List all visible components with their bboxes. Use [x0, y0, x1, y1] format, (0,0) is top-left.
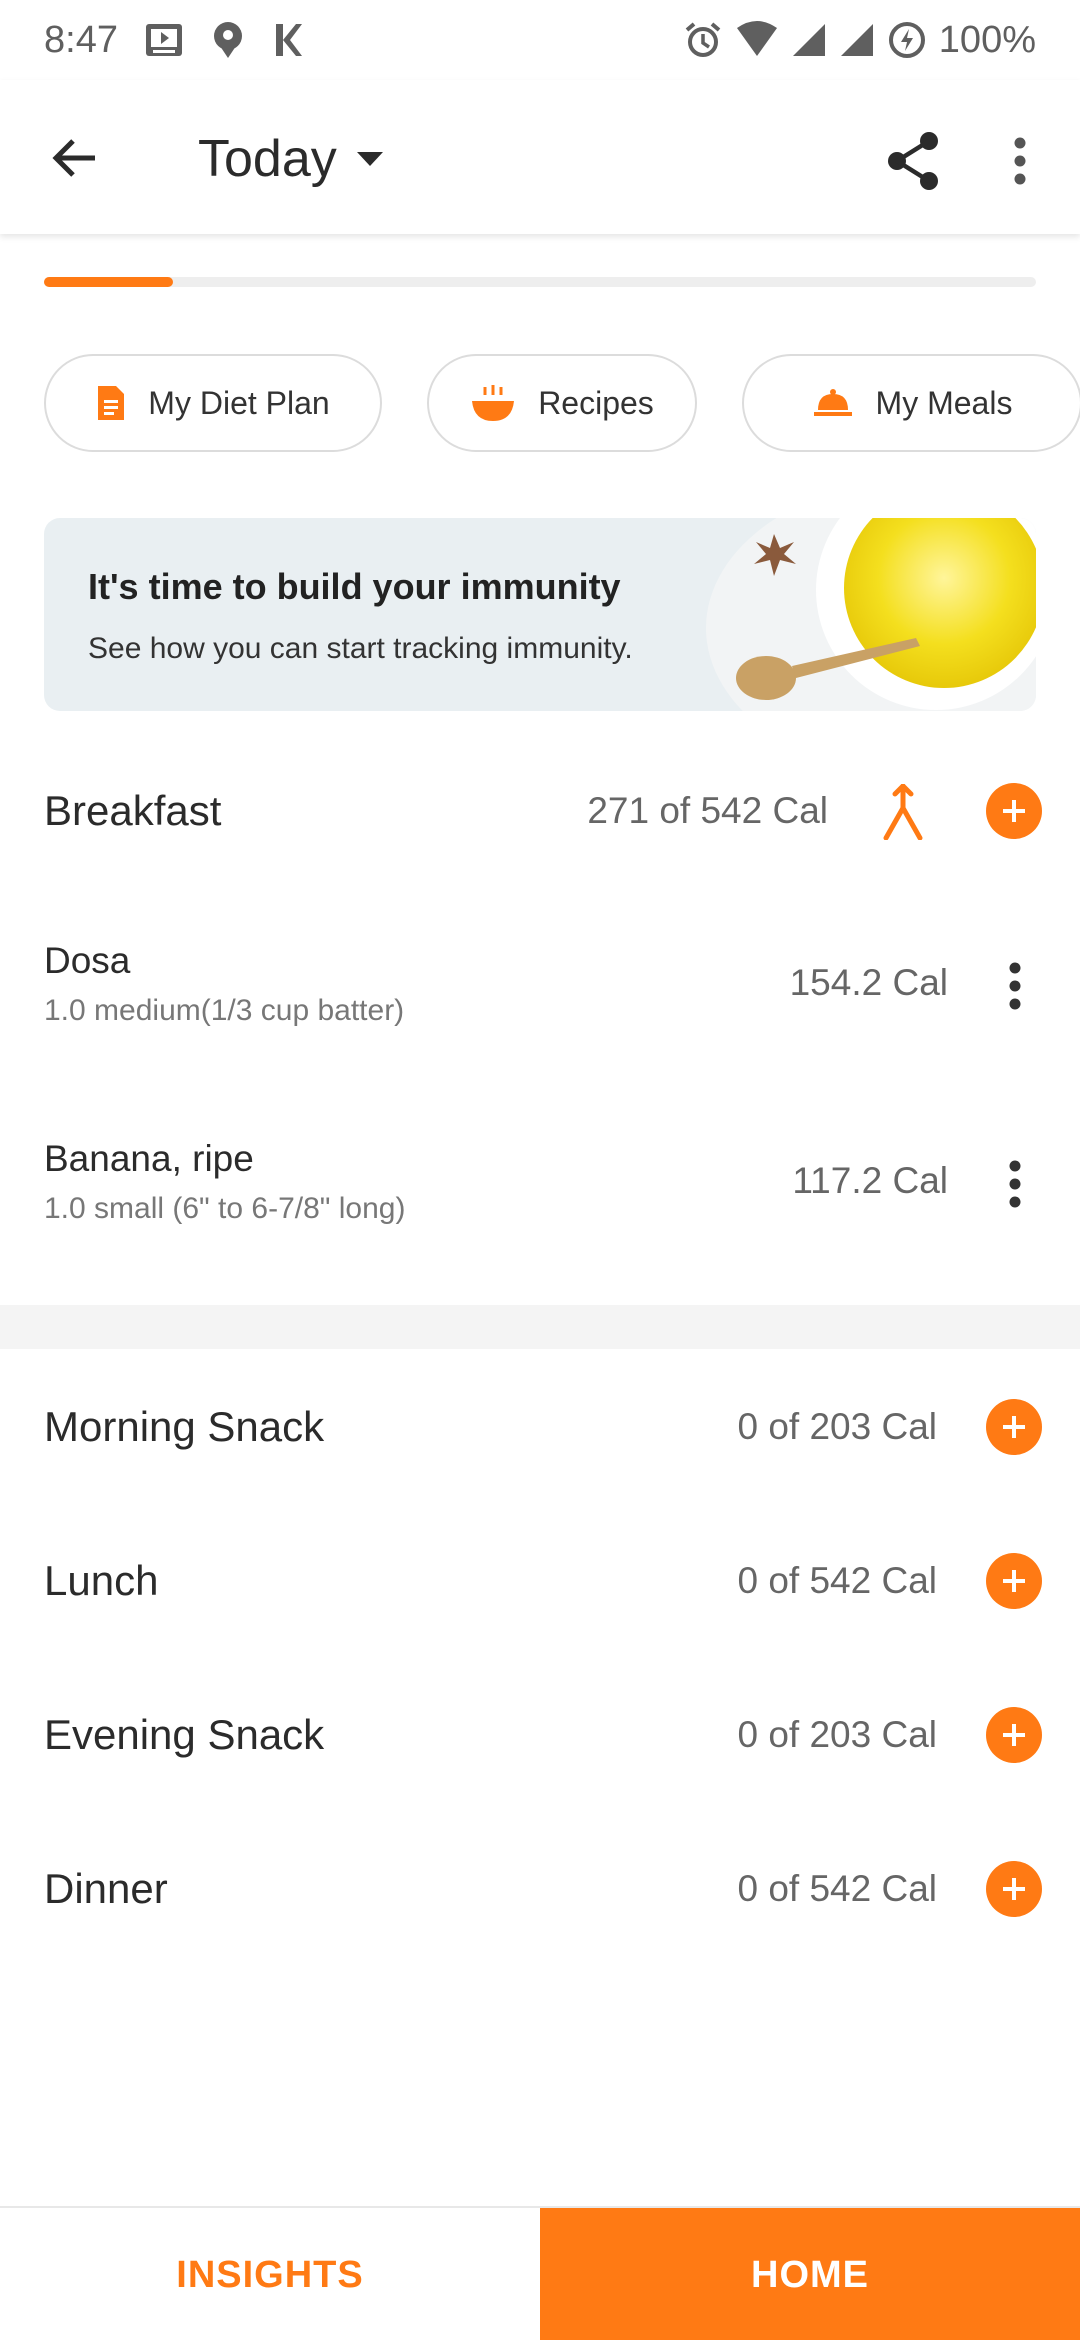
plus-icon: [1003, 800, 1025, 822]
meal-name: Morning Snack: [44, 1403, 325, 1450]
meal-name: Breakfast: [44, 787, 222, 834]
meal-calories: 0 of 203 Cal: [737, 1714, 937, 1755]
my-diet-plan-button[interactable]: My Diet Plan: [44, 354, 382, 452]
add-breakfast-button[interactable]: [986, 783, 1042, 839]
meal-header-morning-snack: Morning Snack 0 of 203 Cal: [0, 1382, 1080, 1472]
date-selector[interactable]: Today: [198, 124, 385, 194]
section-divider: [0, 1305, 1080, 1349]
food-calories: 117.2 Cal: [792, 1160, 948, 1201]
daily-progress-bar: [44, 277, 1036, 287]
bottom-navigation: INSIGHTS HOME: [0, 2206, 1080, 2340]
meal-calories: 0 of 203 Cal: [737, 1406, 937, 1447]
status-time: 8:47: [44, 18, 118, 61]
document-icon: [98, 386, 125, 420]
meal-header-breakfast: Breakfast 271 of 542 Cal: [0, 766, 1080, 856]
tab-insights[interactable]: INSIGHTS: [0, 2208, 540, 2340]
app-bar: Today: [0, 80, 1080, 234]
back-button[interactable]: [44, 128, 104, 188]
wifi-icon: [735, 20, 779, 60]
banner-title: It's time to build your immunity: [88, 566, 621, 607]
meal-calories: 0 of 542 Cal: [737, 1868, 937, 1909]
status-bar: 8:47 100%: [0, 0, 1080, 80]
more-vert-icon: [1009, 1160, 1021, 1208]
food-name: Dosa: [44, 940, 131, 981]
progress-fill: [44, 277, 173, 287]
battery-icon: [887, 20, 927, 60]
more-vert-icon: [1009, 962, 1021, 1010]
share-icon: [888, 132, 938, 190]
meal-calories: 0 of 542 Cal: [737, 1560, 937, 1601]
add-evening-snack-button[interactable]: [986, 1707, 1042, 1763]
signal-icon: [839, 20, 875, 60]
meal-name: Lunch: [44, 1557, 159, 1604]
video-icon: [144, 20, 184, 60]
plus-icon: [1003, 1416, 1025, 1438]
recipes-button[interactable]: Recipes: [427, 354, 697, 452]
food-options-button[interactable]: [1000, 1154, 1030, 1214]
food-item-dosa[interactable]: Dosa 1.0 medium(1/3 cup batter) 154.2 Ca…: [0, 940, 1080, 1060]
signal-icon: [791, 20, 827, 60]
more-options-button[interactable]: [1000, 128, 1040, 194]
fork-icon[interactable]: [880, 782, 926, 845]
chip-label: My Diet Plan: [148, 384, 330, 421]
add-lunch-button[interactable]: [986, 1553, 1042, 1609]
alarm-icon: [683, 20, 723, 60]
add-morning-snack-button[interactable]: [986, 1399, 1042, 1455]
chip-label: Recipes: [538, 384, 654, 421]
more-vert-icon: [1014, 137, 1026, 185]
plus-icon: [1003, 1724, 1025, 1746]
food-quantity: 1.0 small (6" to 6-7/8" long): [44, 1192, 406, 1225]
food-calories: 154.2 Cal: [789, 962, 948, 1003]
food-name: Banana, ripe: [44, 1138, 254, 1179]
turmeric-milk-image: [706, 518, 1036, 711]
status-right: 100%: [683, 19, 1036, 62]
meal-calories: 271 of 542 Cal: [587, 790, 828, 831]
share-button[interactable]: [880, 128, 946, 194]
food-item-banana[interactable]: Banana, ripe 1.0 small (6" to 6-7/8" lon…: [0, 1138, 1080, 1258]
banner-subtitle: See how you can start tracking immunity.: [88, 632, 633, 665]
food-options-button[interactable]: [1000, 956, 1030, 1016]
plus-icon: [1003, 1878, 1025, 1900]
add-dinner-button[interactable]: [986, 1861, 1042, 1917]
back-arrow-icon: [52, 139, 95, 177]
tab-home[interactable]: HOME: [540, 2208, 1080, 2340]
k-app-icon: [272, 20, 304, 60]
immunity-banner[interactable]: It's time to build your immunity See how…: [44, 518, 1036, 711]
meal-name: Dinner: [44, 1865, 168, 1912]
battery-percent: 100%: [938, 18, 1036, 61]
cloche-icon: [813, 389, 852, 416]
bowl-icon: [472, 385, 515, 421]
my-meals-button[interactable]: My Meals: [742, 354, 1080, 452]
chip-label: My Meals: [875, 384, 1013, 421]
meal-header-dinner: Dinner 0 of 542 Cal: [0, 1844, 1080, 1934]
meal-name: Evening Snack: [44, 1711, 325, 1758]
meal-header-lunch: Lunch 0 of 542 Cal: [0, 1536, 1080, 1626]
status-left: 8:47: [44, 19, 304, 62]
caret-down-icon: [356, 152, 383, 166]
meal-header-evening-snack: Evening Snack 0 of 203 Cal: [0, 1690, 1080, 1780]
page-title: Today: [198, 130, 337, 188]
food-quantity: 1.0 medium(1/3 cup batter): [44, 994, 405, 1027]
quick-links: My Diet Plan Recipes My Meals: [44, 354, 1080, 452]
location-icon: [210, 20, 246, 60]
plus-icon: [1003, 1570, 1025, 1592]
